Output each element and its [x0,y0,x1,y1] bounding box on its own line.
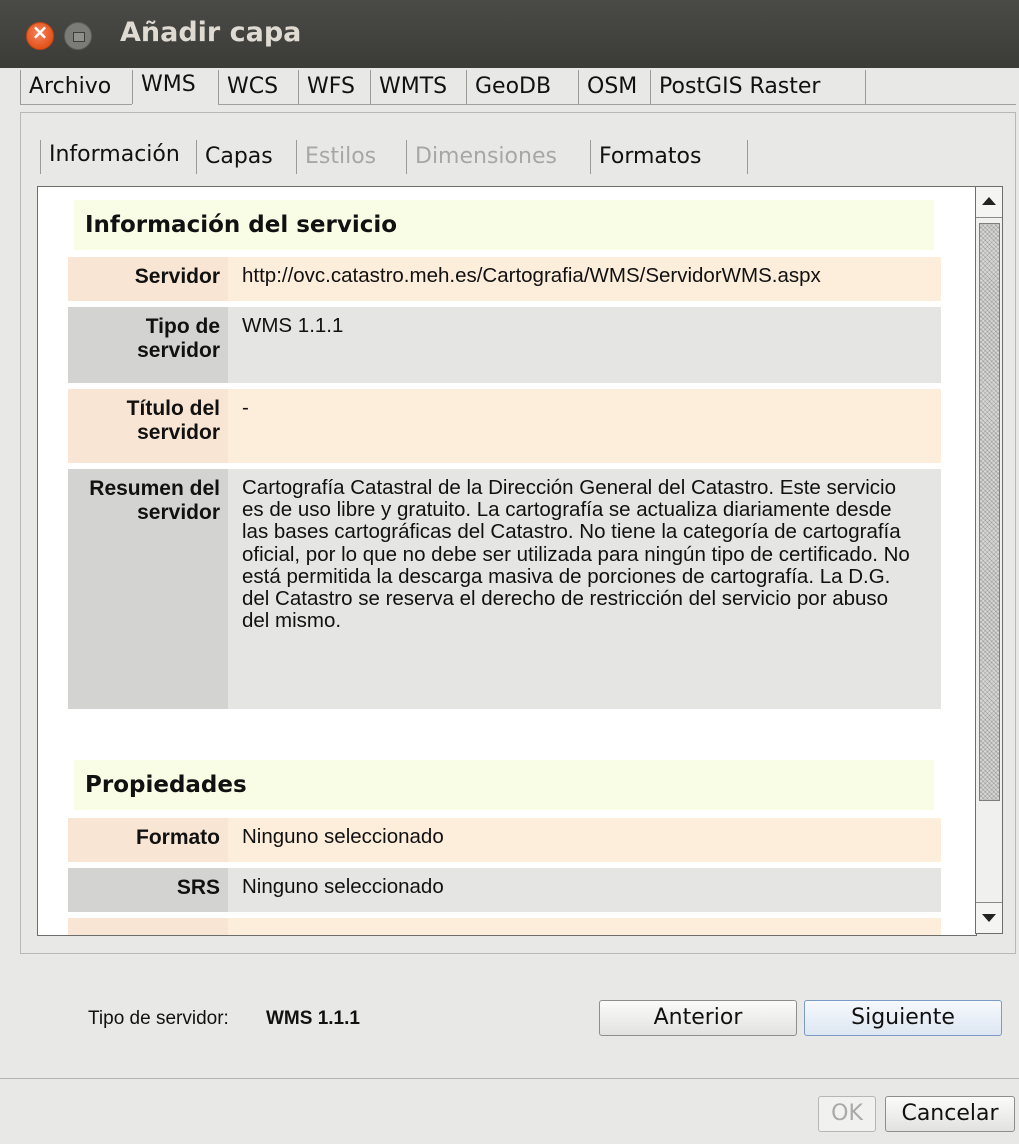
service-info-panel[interactable]: Información del servicio Servidor http:/… [37,186,977,936]
tab-underline [218,104,1016,105]
window-icon [73,32,85,42]
tab-wcs[interactable]: WCS [218,70,299,104]
tab-wms[interactable]: WMS [132,70,219,104]
tab-wmts[interactable]: WMTS [370,70,467,104]
table-row: Resumen del servidor Cartografía Catastr… [68,469,941,709]
previous-button[interactable]: Anterior [599,1000,797,1036]
table-row: Título del servidor - [68,389,941,463]
next-button[interactable]: Siguiente [804,1000,1002,1036]
table-row: Tipo de servidor WMS 1.1.1 [68,307,941,383]
tab-geodb[interactable]: GeoDB [466,70,579,104]
tab-wfs[interactable]: WFS [298,70,371,104]
close-window-button[interactable]: × [26,20,54,50]
minimize-window-button[interactable] [64,22,92,50]
tab-estilos: Estilos [296,140,407,174]
close-icon: × [31,20,49,44]
service-section-title: Información del servicio [74,200,934,250]
properties-section-title: Propiedades [74,760,934,810]
tab-archivo[interactable]: Archivo [20,70,133,104]
tab-osm[interactable]: OSM [578,70,651,104]
table-row: Servidor http://ovc.catastro.meh.es/Cart… [68,257,941,301]
cancel-button[interactable]: Cancelar [885,1096,1015,1132]
tab-capas[interactable]: Capas [196,140,297,174]
tab-postgis-raster[interactable]: PostGIS Raster [650,70,866,104]
table-row: SRS Ninguno seleccionado [68,868,941,912]
divider [0,1078,1019,1079]
tab-informacion[interactable]: Información [40,140,197,174]
ok-button[interactable]: OK [818,1096,876,1132]
arrow-up-icon [982,197,996,205]
scrollbar-thumb[interactable] [979,223,1000,801]
server-type-label: Tipo de servidor: [88,1008,229,1029]
tab-underline [20,104,132,105]
vertical-scrollbar[interactable] [975,186,1003,934]
title-bar: × Añadir capa [0,0,1019,68]
table-row [68,918,941,935]
window-title: Añadir capa [120,17,302,48]
server-type-value: WMS 1.1.1 [266,1008,360,1029]
tab-dimensiones: Dimensiones [406,140,591,174]
scroll-up-button[interactable] [976,187,1002,218]
scroll-down-button[interactable] [976,902,1002,933]
table-row: Formato Ninguno seleccionado [68,818,941,862]
tab-formatos[interactable]: Formatos [590,140,748,174]
arrow-down-icon [982,914,996,922]
